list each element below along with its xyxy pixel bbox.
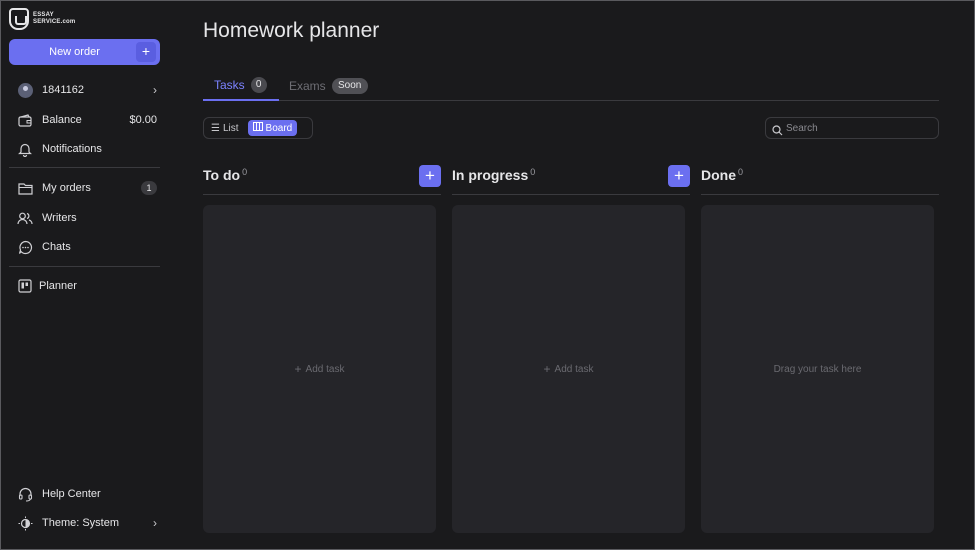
done-count: 0	[738, 167, 744, 177]
brand-logo[interactable]: ESSAY SERVICE.com	[9, 8, 75, 30]
todo-column-title: To do 0	[203, 167, 247, 183]
add-task-label: Add task	[305, 363, 345, 375]
theme-label: Theme: System	[42, 517, 120, 529]
chevron-right-icon: ›	[153, 516, 157, 530]
board-icon	[252, 122, 263, 134]
notifications-item[interactable]: Notifications	[17, 139, 157, 159]
chevron-right-icon: ›	[153, 83, 157, 97]
users-icon	[17, 210, 33, 226]
account-item[interactable]: 1841162 ›	[17, 80, 157, 100]
help-center-label: Help Center	[42, 488, 101, 500]
notifications-label: Notifications	[42, 143, 102, 155]
soon-badge: Soon	[331, 78, 368, 94]
headset-icon	[17, 486, 33, 502]
new-order-label: New order	[49, 46, 100, 58]
help-center-item[interactable]: Help Center	[17, 484, 157, 504]
tab-exams[interactable]: Exams Soon	[289, 71, 368, 101]
todo-column[interactable]: + Add task	[203, 205, 436, 533]
new-order-button[interactable]: New order +	[9, 39, 160, 65]
writers-item[interactable]: Writers	[17, 208, 157, 228]
my-orders-item[interactable]: My orders 1	[17, 178, 157, 198]
todo-title: To do	[203, 167, 241, 183]
todo-column-header: To do 0 +	[203, 163, 441, 195]
sidebar-divider	[9, 266, 160, 267]
logo-text: ESSAY SERVICE.com	[33, 12, 75, 26]
plus-icon: +	[136, 42, 156, 62]
bell-icon	[17, 141, 33, 157]
search-box	[765, 117, 939, 139]
in-progress-column-header: In progress 0 +	[452, 163, 690, 195]
todo-count: 0	[242, 167, 248, 177]
page-title: Homework planner	[203, 19, 380, 42]
tasks-count-badge: 0	[250, 77, 267, 93]
logo-line-1: ESSAY	[33, 12, 54, 18]
tab-tasks-label: Tasks	[214, 78, 245, 92]
board-view-button[interactable]: Board	[247, 120, 298, 136]
list-icon: ☰	[211, 122, 220, 134]
board-view-label: Board	[265, 122, 293, 134]
planner-label: Planner	[39, 280, 77, 292]
planner-board-icon	[17, 278, 33, 294]
planner-item[interactable]: Planner	[17, 276, 157, 296]
theme-item[interactable]: Theme: System ›	[17, 513, 157, 533]
chats-label: Chats	[42, 241, 71, 253]
chat-bubble-icon	[17, 239, 33, 255]
contrast-icon	[17, 515, 33, 531]
tab-exams-label: Exams	[289, 79, 326, 93]
plus-icon: +	[543, 362, 551, 376]
plus-icon: +	[294, 362, 302, 376]
in-progress-title: In progress	[452, 167, 529, 183]
balance-value: $0.00	[129, 114, 157, 126]
sidebar: ESSAY SERVICE.com New order + 1841162 › …	[2, 2, 172, 550]
done-column-title: Done 0	[701, 167, 743, 183]
folder-icon	[17, 180, 33, 196]
search-icon	[772, 123, 783, 135]
list-view-label: List	[222, 122, 239, 134]
add-todo-task-button[interactable]: +	[419, 165, 441, 187]
search-input[interactable]	[786, 122, 926, 134]
add-in-progress-task-button[interactable]: +	[668, 165, 690, 187]
wallet-icon	[17, 112, 33, 128]
account-id: 1841162	[42, 84, 85, 96]
logo-line-2: SERVICE.com	[33, 19, 76, 25]
done-title: Done	[701, 167, 736, 183]
app-window: ESSAY SERVICE.com New order + 1841162 › …	[0, 0, 975, 550]
tab-bar: Tasks 0 Exams Soon	[203, 71, 939, 101]
tab-tasks[interactable]: Tasks 0	[203, 71, 279, 101]
add-task-label: Add task	[554, 363, 594, 375]
list-view-button[interactable]: ☰ List	[206, 120, 244, 136]
user-avatar-icon	[17, 82, 33, 98]
in-progress-column-title: In progress 0	[452, 167, 535, 183]
writers-label: Writers	[42, 212, 77, 224]
view-toggle: ☰ List Board	[203, 117, 313, 139]
sidebar-divider	[9, 167, 160, 168]
done-column-header: Done 0	[701, 163, 939, 195]
done-column[interactable]: Drag your task here	[701, 205, 934, 533]
balance-item[interactable]: Balance $0.00	[17, 110, 157, 130]
my-orders-label: My orders	[42, 182, 91, 194]
chats-item[interactable]: Chats	[17, 237, 157, 257]
orders-count-badge: 1	[141, 181, 157, 195]
in-progress-column[interactable]: + Add task	[452, 205, 685, 533]
logo-shield-icon	[9, 8, 29, 30]
balance-label: Balance	[42, 114, 82, 126]
drag-task-hint: Drag your task here	[773, 363, 862, 375]
in-progress-count: 0	[530, 167, 536, 177]
